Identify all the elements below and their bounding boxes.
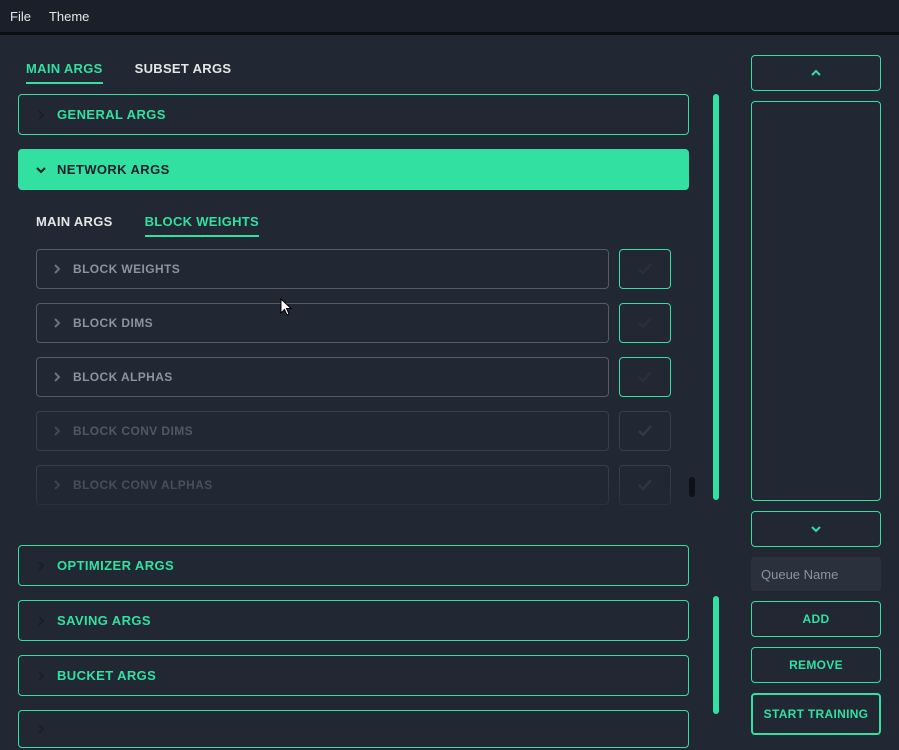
panels-scroll-wrap: GENERAL ARGS NETWORK ARGS MAIN ARGS BLOC… [18,94,721,750]
panel-title: BUCKET ARGS [57,668,156,683]
check-icon [636,368,654,386]
chevron-down-icon [809,522,823,536]
chevron-right-icon [51,425,63,437]
menu-file[interactable]: File [10,9,31,24]
block-label: BLOCK CONV ALPHAS [73,478,213,492]
menubar: File Theme [0,0,899,32]
panel-title: NETWORK ARGS [57,162,170,177]
outer-scrollbar-gutter [711,94,721,750]
tab-main-args[interactable]: MAIN ARGS [26,55,103,84]
panel-title: GENERAL ARGS [57,107,166,122]
remove-button[interactable]: REMOVE [751,647,881,683]
block-label: BLOCK WEIGHTS [73,262,180,276]
expand-down-button[interactable] [751,511,881,547]
panel-title: OPTIMIZER ARGS [57,558,174,573]
chevron-right-icon [35,723,47,735]
queue-name-input[interactable] [751,557,881,591]
panel-optimizer-args[interactable]: OPTIMIZER ARGS [18,545,689,586]
block-toggle-dims[interactable] [619,303,671,343]
chevron-right-icon [51,263,63,275]
collapse-up-button[interactable] [751,55,881,91]
block-panel-alphas[interactable]: BLOCK ALPHAS [36,357,609,397]
chevron-right-icon [51,317,63,329]
panel-saving-args[interactable]: SAVING ARGS [18,600,689,641]
block-toggle-conv-dims[interactable] [619,411,671,451]
block-panel-conv-dims[interactable]: BLOCK CONV DIMS [36,411,609,451]
check-icon [636,260,654,278]
block-label: BLOCK CONV DIMS [73,424,193,438]
panel-bucket-args[interactable]: BUCKET ARGS [18,655,689,696]
block-row-conv-dims: BLOCK CONV DIMS [36,411,671,451]
inner-tab-block-weights[interactable]: BLOCK WEIGHTS [145,208,259,237]
check-icon [636,314,654,332]
chevron-right-icon [35,109,47,121]
add-button[interactable]: ADD [751,601,881,637]
menu-theme[interactable]: Theme [49,9,89,24]
blocks-scrollbar[interactable] [689,477,695,497]
blocks-scroll-area[interactable]: BLOCK WEIGHTS BLOCK DIMS [36,249,689,531]
block-panel-dims[interactable]: BLOCK DIMS [36,303,609,343]
chevron-right-icon [35,670,47,682]
panel-network-args[interactable]: NETWORK ARGS [18,149,689,190]
chevron-down-icon [35,164,47,176]
block-row-alphas: BLOCK ALPHAS [36,357,671,397]
panel-next-cutoff[interactable] [18,710,689,748]
start-training-button[interactable]: START TRAINING [751,693,881,735]
block-panel-conv-alphas[interactable]: BLOCK CONV ALPHAS [36,465,609,505]
block-row-weights: BLOCK WEIGHTS [36,249,671,289]
block-toggle-alphas[interactable] [619,357,671,397]
inner-tabs: MAIN ARGS BLOCK WEIGHTS [36,204,689,249]
top-tabs: MAIN ARGS SUBSET ARGS [18,55,721,94]
chevron-right-icon [35,615,47,627]
block-label: BLOCK DIMS [73,316,153,330]
inner-tab-main-args[interactable]: MAIN ARGS [36,208,113,237]
check-icon [636,422,654,440]
network-args-content: MAIN ARGS BLOCK WEIGHTS BLOCK WEIGHTS [18,204,689,531]
panel-general-args[interactable]: GENERAL ARGS [18,94,689,135]
chevron-right-icon [51,371,63,383]
panel-title: SAVING ARGS [57,613,151,628]
side-column: ADD REMOVE START TRAINING [751,55,881,750]
blocks-scroll-wrap: BLOCK WEIGHTS BLOCK DIMS [36,249,689,531]
panels-scroll-area[interactable]: GENERAL ARGS NETWORK ARGS MAIN ARGS BLOC… [18,94,721,750]
outer-scrollbar-seg2[interactable] [713,596,719,714]
chevron-right-icon [51,479,63,491]
check-icon [636,476,654,494]
queue-list-box[interactable] [751,101,881,501]
chevron-right-icon [35,560,47,572]
main-column: MAIN ARGS SUBSET ARGS GENERAL ARGS NETWO… [18,55,721,750]
block-toggle-conv-alphas[interactable] [619,465,671,505]
app-body: MAIN ARGS SUBSET ARGS GENERAL ARGS NETWO… [0,35,899,750]
block-toggle-weights[interactable] [619,249,671,289]
outer-scrollbar-seg1[interactable] [713,94,719,500]
chevron-up-icon [809,66,823,80]
block-row-conv-alphas: BLOCK CONV ALPHAS [36,465,671,505]
block-label: BLOCK ALPHAS [73,370,173,384]
block-row-dims: BLOCK DIMS [36,303,671,343]
tab-subset-args[interactable]: SUBSET ARGS [135,55,232,84]
block-panel-weights[interactable]: BLOCK WEIGHTS [36,249,609,289]
